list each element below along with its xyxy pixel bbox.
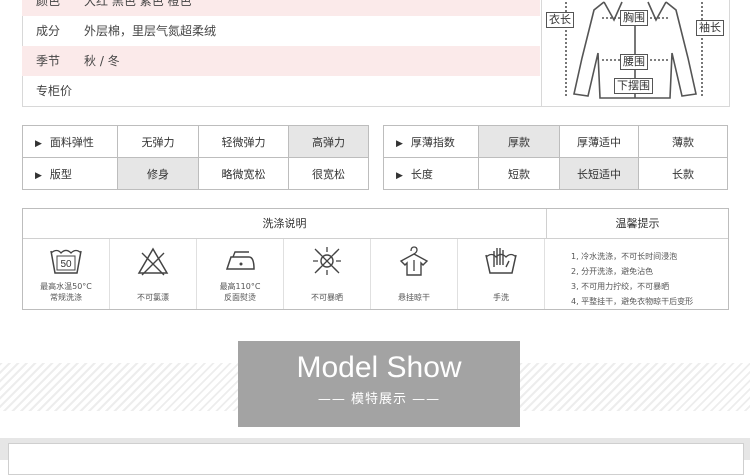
wash-cell: 不可氯漂 (110, 239, 197, 309)
wash-label: 手洗 (493, 293, 509, 302)
banner-stripes-left (0, 363, 238, 411)
label-hem: 下摆围 (614, 78, 653, 94)
attribute-row-thickness: ▶ 厚薄指数 厚款 厚薄适中 薄款 (383, 125, 728, 158)
wash-cell: 悬挂晾干 (371, 239, 458, 309)
iron-110-icon (225, 251, 255, 270)
attribute-name: ▶ 面料弹性 (22, 125, 118, 158)
info-row-material: 成分 外层棉，里层气氮超柔绒 (22, 16, 540, 46)
attribute-option-selected: 高弹力 (288, 125, 369, 158)
attribute-option-selected: 长短适中 (559, 157, 639, 190)
info-row-price: 专柜价 (22, 76, 540, 106)
tip-item: 4, 平整挂干，避免衣物晾干后变形 (571, 297, 694, 306)
attribute-name: ▶ 厚薄指数 (383, 125, 479, 158)
info-key: 成分 (36, 24, 61, 38)
info-value: 外层棉，里层气氮超柔绒 (84, 24, 217, 38)
wash-cell: 最高110°C 反面熨烫 (197, 239, 284, 309)
attribute-table-right: ▶ 厚薄指数 厚款 厚薄适中 薄款 ▶ 长度 短款 长短适中 长款 (383, 125, 728, 190)
info-row-season: 季节 秋 / 冬 (22, 46, 540, 76)
no-sun-icon (313, 247, 341, 275)
label-sleeve: 袖长 (696, 20, 724, 36)
wash-label: 悬挂晾干 (398, 293, 430, 302)
tip-item: 2, 分开洗涤，避免沾色 (571, 267, 654, 276)
tip-item: 3, 不可用力拧绞，不可暴晒 (571, 282, 670, 291)
wash-cell: 50 最高水温50°C 常规洗涤 (23, 239, 110, 309)
wash-instructions-table: 洗涤说明 温馨提示 50 最高水温50°C 常规洗涤 不可氯漂 最高110°C 反面… (22, 208, 729, 310)
info-row-color: 颜色 大红 黑色 紫色 橙色 (22, 0, 540, 16)
info-value: 大红 黑色 紫色 橙色 (84, 0, 192, 8)
tip-item: 1, 冷水洗涤，不可长时间浸泡 (571, 252, 678, 261)
attribute-row-elasticity: ▶ 面料弹性 无弹力 轻微弹力 高弹力 (22, 125, 369, 158)
wash-temp: 50 (60, 259, 72, 270)
attribute-option: 略微宽松 (198, 157, 289, 190)
size-diagram: 衣长 胸围 袖长 腰围 下摆围 (541, 0, 730, 107)
hand-wash-icon (485, 248, 517, 274)
tips-list: 1, 冷水洗涤，不可长时间浸泡 2, 分开洗涤，避免沾色 3, 不可用力拧绞，不… (571, 249, 693, 309)
label-chest: 胸围 (620, 10, 648, 26)
attribute-option: 薄款 (638, 125, 728, 158)
no-bleach-icon (137, 247, 169, 276)
attribute-row-fit: ▶ 版型 修身 略微宽松 很宽松 (22, 157, 369, 190)
wash-cell: 手洗 (458, 239, 545, 309)
bottom-section-box (8, 443, 744, 475)
attribute-option: 轻微弹力 (198, 125, 289, 158)
label-waist: 腰围 (620, 54, 648, 70)
info-key: 专柜价 (36, 84, 73, 98)
wash-50-icon: 50 (50, 249, 82, 274)
label-length: 衣长 (546, 12, 574, 28)
tips-title: 温馨提示 (547, 209, 728, 239)
attribute-name: ▶ 长度 (383, 157, 479, 190)
attribute-option: 很宽松 (288, 157, 369, 190)
wash-title: 洗涤说明 (23, 209, 547, 239)
hang-dry-icon (399, 246, 429, 276)
wash-label: 最高110°C 反面熨烫 (219, 282, 261, 302)
banner-title: Model Show (296, 351, 462, 384)
attribute-option-selected: 修身 (117, 157, 199, 190)
wash-label: 不可暴晒 (311, 293, 343, 302)
wash-cell: 不可暴晒 (284, 239, 371, 309)
attribute-option: 短款 (478, 157, 560, 190)
triangle-right-icon: ▶ (396, 138, 403, 149)
banner-subtitle: —— 模特展示 —— (317, 392, 441, 407)
triangle-right-icon: ▶ (35, 170, 42, 181)
info-value: 秋 / 冬 (84, 54, 120, 68)
attribute-option-selected: 厚款 (478, 125, 560, 158)
model-show-banner: Model Show —— 模特展示 —— (238, 341, 520, 427)
triangle-right-icon: ▶ (396, 170, 403, 181)
attribute-option: 无弹力 (117, 125, 199, 158)
attribute-row-length: ▶ 长度 短款 长短适中 长款 (383, 157, 728, 190)
attribute-table-left: ▶ 面料弹性 无弹力 轻微弹力 高弹力 ▶ 版型 修身 略微宽松 很宽松 (22, 125, 369, 190)
attribute-option: 厚薄适中 (559, 125, 639, 158)
info-key: 颜色 (36, 0, 61, 8)
triangle-right-icon: ▶ (35, 138, 42, 149)
attribute-option: 长款 (638, 157, 728, 190)
banner-stripes-right (520, 363, 750, 411)
attribute-name: ▶ 版型 (22, 157, 118, 190)
wash-label: 最高水温50°C 常规洗涤 (40, 282, 92, 302)
info-key: 季节 (36, 54, 61, 68)
wash-label: 不可氯漂 (137, 293, 169, 302)
